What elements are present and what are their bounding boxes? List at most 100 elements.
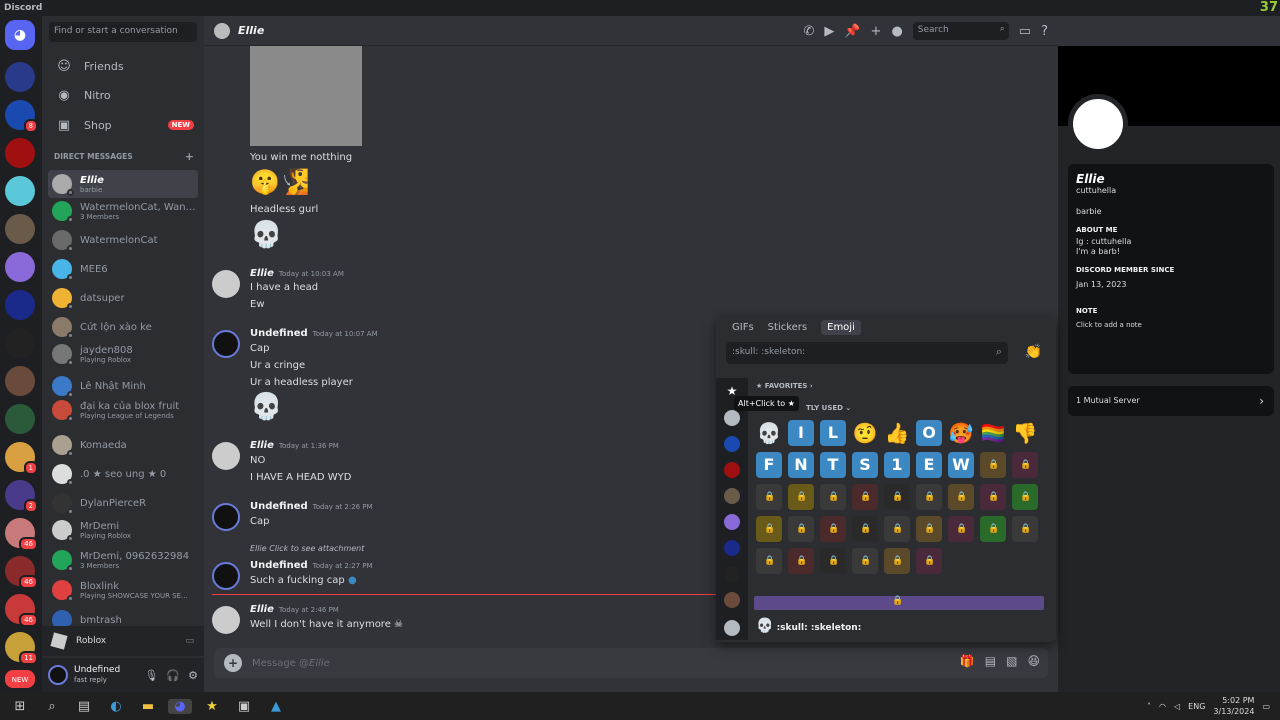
message-author[interactable]: Ellie Today at 10:03 AM <box>250 268 344 279</box>
server-emoji-icon[interactable] <box>724 436 740 452</box>
user-avatar[interactable] <box>212 606 240 634</box>
file-explorer-icon[interactable]: ▬ <box>136 699 160 714</box>
skin-tone-icon[interactable]: 👏 <box>1025 344 1042 360</box>
server-icon[interactable] <box>5 214 35 244</box>
locked-emoji[interactable] <box>852 548 878 574</box>
locked-emoji[interactable] <box>884 548 910 574</box>
video-call-icon[interactable]: ▶ <box>824 24 834 39</box>
emoji-button[interactable]: N <box>788 452 814 478</box>
language-indicator[interactable]: ENG <box>1188 702 1205 711</box>
server-icon[interactable] <box>5 328 35 358</box>
note-input[interactable]: Click to add a note <box>1076 321 1266 329</box>
locked-emoji[interactable] <box>916 548 942 574</box>
nav-shop[interactable]: ▣ Shop NEW <box>50 112 198 138</box>
recent-header[interactable]: TLY USED ⌄ <box>806 404 851 412</box>
author-name[interactable]: Ellie <box>250 604 274 615</box>
discord-taskbar-icon[interactable]: ◕ <box>168 698 192 714</box>
gif-icon[interactable]: ▤ <box>985 654 996 668</box>
favorites-header[interactable]: ★ FAVORITES › <box>756 382 813 390</box>
activity-share-icon[interactable]: ▭ <box>185 636 194 646</box>
dm-item[interactable]: WatermelonCat, Want... 3 Members <box>48 197 198 225</box>
locked-emoji[interactable] <box>916 484 942 510</box>
pin-icon[interactable]: 📌 <box>844 24 860 39</box>
server-icon[interactable] <box>5 176 35 206</box>
message-composer[interactable]: + Message @Ellie 🎁 ▤ ▧ 😆 <box>214 648 1048 678</box>
image-attachment[interactable] <box>250 46 362 146</box>
server-emoji-icon[interactable] <box>724 514 740 530</box>
locked-emoji[interactable] <box>820 484 846 510</box>
tab-stickers[interactable]: Stickers <box>768 322 807 335</box>
locked-emoji[interactable] <box>884 516 910 542</box>
author-name[interactable]: Undefined <box>250 328 308 339</box>
add-dm-icon[interactable]: + <box>185 150 194 163</box>
search-icon[interactable]: ⌕ <box>40 699 64 714</box>
locked-emoji[interactable] <box>788 484 814 510</box>
server-emoji-icon[interactable] <box>724 462 740 478</box>
recent-clock-icon[interactable] <box>724 410 740 426</box>
locked-emoji[interactable] <box>756 548 782 574</box>
discord-home-icon[interactable]: ◕ <box>5 20 35 50</box>
nav-friends[interactable]: ☺ Friends <box>50 53 198 79</box>
help-icon[interactable]: ? <box>1041 24 1048 39</box>
dm-item[interactable]: WatermelonCat <box>48 226 198 254</box>
dm-item[interactable]: MEE6 <box>48 255 198 283</box>
server-icon[interactable] <box>5 290 35 320</box>
locked-emoji[interactable] <box>852 484 878 510</box>
notifications-icon[interactable]: ▭ <box>1262 702 1270 711</box>
dm-item[interactable]: Cứt lộn xào ke <box>48 313 198 341</box>
headphones-icon[interactable]: 🎧 <box>166 669 180 682</box>
emoji-button[interactable]: O <box>916 420 942 446</box>
dm-item[interactable]: jayden808 Playing Roblox <box>48 340 198 368</box>
server-icon[interactable] <box>5 252 35 282</box>
user-avatar[interactable] <box>212 503 240 531</box>
tray-chevron-icon[interactable]: ˄ <box>1147 702 1151 711</box>
server-icon[interactable]: 2 <box>5 480 38 513</box>
wifi-icon[interactable]: ◠ <box>1159 702 1166 711</box>
emoji-button[interactable]: 👍 <box>884 420 910 446</box>
user-avatar[interactable] <box>212 562 240 590</box>
locked-emoji[interactable] <box>948 516 974 542</box>
emoji-button[interactable]: I <box>788 420 814 446</box>
tab-gifs[interactable]: GIFs <box>732 322 754 335</box>
add-friends-icon[interactable]: + <box>871 24 882 39</box>
app-icon[interactable]: ▣ <box>232 699 256 714</box>
smiley-category-icon[interactable] <box>724 620 740 636</box>
volume-icon[interactable]: ◁ <box>1174 702 1180 711</box>
emoji-button[interactable]: S <box>852 452 878 478</box>
author-name[interactable]: Undefined <box>250 560 308 571</box>
locked-emoji[interactable] <box>916 516 942 542</box>
dm-item[interactable]: datsuper <box>48 284 198 312</box>
server-icon[interactable] <box>5 62 35 92</box>
locked-emoji[interactable] <box>980 452 1006 478</box>
locked-emoji[interactable] <box>1012 452 1038 478</box>
server-icon[interactable]: 46 <box>5 556 38 589</box>
dm-item[interactable]: Ellie barbie <box>48 170 198 198</box>
server-icon[interactable]: 46 <box>5 594 38 627</box>
message-author[interactable]: Ellie Today at 1:36 PM <box>250 440 339 451</box>
author-name[interactable]: Undefined <box>250 501 308 512</box>
locked-emoji[interactable] <box>756 484 782 510</box>
server-icon[interactable]: 46 <box>5 518 38 551</box>
locked-emoji[interactable] <box>820 516 846 542</box>
user-avatar[interactable] <box>212 270 240 298</box>
reply-reference[interactable]: Ellie Click to see attachment <box>250 544 364 553</box>
locked-emoji[interactable] <box>980 516 1006 542</box>
emoji-button[interactable]: 🤨 <box>852 420 878 446</box>
edge-icon[interactable]: ◐ <box>104 699 128 714</box>
locked-emoji[interactable] <box>884 484 910 510</box>
emoji-button[interactable]: 👎 <box>1012 420 1038 446</box>
dm-item[interactable]: .0 ★ seo ung ★ 0 <box>48 460 198 488</box>
server-icon[interactable] <box>5 404 35 434</box>
emoji-button[interactable]: 1 <box>884 452 910 478</box>
dm-item[interactable]: MrDemi Playing Roblox <box>48 516 198 544</box>
locked-emoji[interactable] <box>948 484 974 510</box>
clock[interactable]: 5:02 PM 3/13/2024 <box>1213 695 1254 717</box>
microphone-icon[interactable]: 🎙 <box>144 669 158 682</box>
server-icon[interactable] <box>5 366 35 396</box>
locked-emoji[interactable] <box>1012 484 1038 510</box>
server-icon[interactable]: 8 <box>5 100 38 133</box>
emoji-button[interactable]: W <box>948 452 974 478</box>
server-emoji-icon[interactable] <box>724 566 740 582</box>
user-avatar[interactable] <box>212 330 240 358</box>
sticker-icon[interactable]: ▧ <box>1006 654 1017 668</box>
